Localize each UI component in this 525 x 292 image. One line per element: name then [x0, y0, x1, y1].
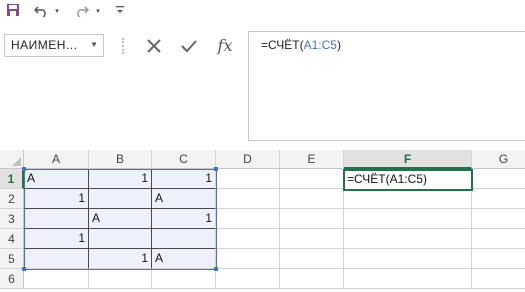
- row-header-4[interactable]: 4: [0, 229, 24, 249]
- column-header-g[interactable]: G: [472, 150, 525, 169]
- active-cell-prefix: =СЧЁТ(: [347, 172, 390, 186]
- cell-f2[interactable]: [344, 189, 472, 209]
- active-cell-suffix: ): [422, 172, 427, 186]
- cell-c6[interactable]: [152, 269, 216, 289]
- name-box-value: НАИМЕН...: [11, 38, 78, 52]
- cell-d6[interactable]: [216, 269, 280, 289]
- cell-d4[interactable]: [216, 229, 280, 249]
- cell-d5[interactable]: [216, 249, 280, 269]
- cell-a2[interactable]: 1: [24, 189, 89, 209]
- cell-e5[interactable]: [280, 249, 344, 269]
- cell-g2[interactable]: [472, 189, 525, 209]
- row-header-6[interactable]: 6: [0, 269, 24, 289]
- cell-g3[interactable]: [472, 209, 525, 229]
- row-header-3[interactable]: 3: [0, 209, 24, 229]
- cell-b3[interactable]: A: [89, 209, 152, 229]
- cell-g1[interactable]: [472, 169, 525, 189]
- cell-d2[interactable]: [216, 189, 280, 209]
- range-handle-bottom-right[interactable]: [214, 267, 218, 271]
- formula-suffix: ): [336, 38, 341, 52]
- cell-f4[interactable]: [344, 229, 472, 249]
- cell-a5[interactable]: [24, 249, 89, 269]
- cell-a4[interactable]: 1: [24, 229, 89, 249]
- redo-icon[interactable]: [73, 3, 91, 21]
- column-header-a[interactable]: A: [24, 150, 89, 169]
- chevron-down-icon[interactable]: ▼: [90, 40, 98, 49]
- insert-function-icon[interactable]: fx: [212, 34, 238, 58]
- save-icon[interactable]: [5, 3, 21, 21]
- cell-f5[interactable]: [344, 249, 472, 269]
- cancel-icon[interactable]: [141, 34, 167, 58]
- quick-access-toolbar: ▾ ▾: [0, 0, 525, 24]
- row-header-1[interactable]: 1: [0, 169, 24, 189]
- column-header-c[interactable]: C: [152, 150, 216, 169]
- cell-e3[interactable]: [280, 209, 344, 229]
- cell-a1[interactable]: A: [24, 169, 89, 189]
- cell-g6[interactable]: [472, 269, 525, 289]
- cell-f6[interactable]: [344, 269, 472, 289]
- active-cell-editor[interactable]: =СЧЁТ(A1:C5): [343, 169, 473, 191]
- range-handle-bottom-left[interactable]: [22, 267, 26, 271]
- formula-input[interactable]: =СЧЁТ(A1:C5): [248, 31, 525, 141]
- cell-e6[interactable]: [280, 269, 344, 289]
- name-box[interactable]: НАИМЕН... ▼: [4, 34, 104, 57]
- column-header-d[interactable]: D: [216, 150, 280, 169]
- enter-icon[interactable]: [176, 34, 202, 58]
- cell-d3[interactable]: [216, 209, 280, 229]
- cell-e4[interactable]: [280, 229, 344, 249]
- active-cell-range-ref: A1:C5: [389, 172, 423, 186]
- cell-b5[interactable]: 1: [89, 249, 152, 269]
- cell-a6[interactable]: [24, 269, 89, 289]
- range-handle-top-left[interactable]: [22, 167, 26, 171]
- cell-b1[interactable]: 1: [89, 169, 152, 189]
- column-header-b[interactable]: B: [89, 150, 152, 169]
- formula-range-ref: A1:C5: [303, 38, 337, 52]
- formula-text: =СЧЁТ(A1:C5): [261, 38, 341, 52]
- select-all-corner[interactable]: [0, 150, 24, 169]
- formula-prefix: =СЧЁТ(: [261, 38, 304, 52]
- undo-icon[interactable]: [32, 3, 50, 21]
- cell-d1[interactable]: [216, 169, 280, 189]
- row-header-5[interactable]: 5: [0, 249, 24, 269]
- cell-a3[interactable]: [24, 209, 89, 229]
- cell-c1[interactable]: 1: [152, 169, 216, 189]
- cell-c3[interactable]: 1: [152, 209, 216, 229]
- column-header-f[interactable]: F: [344, 150, 472, 169]
- cell-g4[interactable]: [472, 229, 525, 249]
- cell-b6[interactable]: [89, 269, 152, 289]
- cell-b2[interactable]: [89, 189, 152, 209]
- range-handle-top-right[interactable]: [214, 167, 218, 171]
- column-header-e[interactable]: E: [280, 150, 344, 169]
- cell-e2[interactable]: [280, 189, 344, 209]
- redo-dropdown-icon[interactable]: ▾: [94, 3, 102, 21]
- cell-c2[interactable]: A: [152, 189, 216, 209]
- cell-b4[interactable]: [89, 229, 152, 249]
- formula-bar-splitter[interactable]: [122, 38, 126, 54]
- row-header-2[interactable]: 2: [0, 189, 24, 209]
- cell-e1[interactable]: [280, 169, 344, 189]
- cell-f3[interactable]: [344, 209, 472, 229]
- cell-c5[interactable]: A: [152, 249, 216, 269]
- cell-g5[interactable]: [472, 249, 525, 269]
- cell-c4[interactable]: [152, 229, 216, 249]
- undo-dropdown-icon[interactable]: ▾: [53, 3, 61, 21]
- customize-qat-icon[interactable]: [114, 3, 126, 21]
